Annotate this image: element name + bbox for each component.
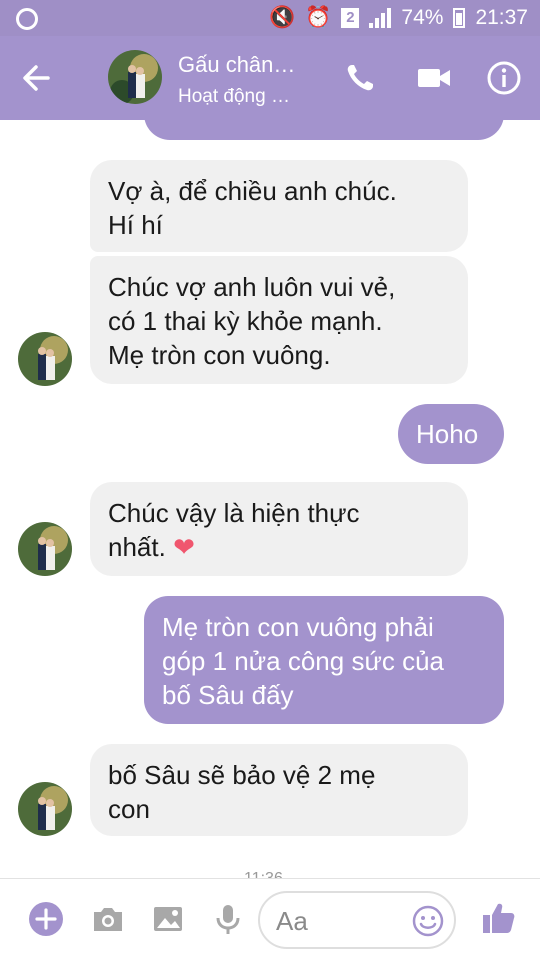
message-line: Hí hí [108, 210, 163, 240]
message-line: Hoho [416, 419, 479, 449]
message-line: con [108, 794, 150, 824]
status-icons: 🔇 ⏰ 2 74% 21:37 [269, 0, 528, 36]
timestamp-label: 11:36 [244, 870, 283, 878]
sender-avatar[interactable] [18, 332, 72, 386]
message-bubble-incoming[interactable]: bố Sâu sẽ bảo vệ 2 mẹ con [90, 744, 468, 836]
message-composer [0, 878, 540, 960]
message-list[interactable]: Vợ à, để chiều anh chúc. Hí hí Chúc vợ a… [0, 120, 540, 878]
status-bar: 🔇 ⏰ 2 74% 21:37 [0, 0, 540, 36]
battery-percent: 74% [401, 6, 444, 29]
message-bubble-incoming[interactable]: Chúc vậy là hiện thực nhất. ❤ [90, 482, 468, 576]
message-line: Chúc vợ anh luôn vui vẻ, [108, 272, 396, 302]
message-line: Mẹ tròn con vuông phải [162, 612, 434, 642]
message-bubble-incoming[interactable]: Vợ à, để chiều anh chúc. Hí hí [90, 160, 468, 252]
gallery-button[interactable] [150, 901, 186, 937]
message-line: nhất. ❤ [108, 532, 195, 562]
signal-icon [369, 8, 392, 28]
chat-header: Gấu chân… Hoạt động … [0, 36, 540, 120]
add-button[interactable] [28, 901, 64, 937]
emoji-button[interactable] [412, 905, 444, 937]
message-line: bố Sâu sẽ bảo vệ 2 mẹ [108, 760, 376, 790]
call-button[interactable] [340, 58, 380, 98]
message-input[interactable] [276, 905, 406, 937]
back-arrow-icon [23, 65, 50, 91]
alarm-icon: ⏰ [305, 6, 332, 29]
like-button[interactable] [480, 899, 516, 935]
sender-avatar[interactable] [18, 522, 72, 576]
video-camera-icon [418, 69, 450, 87]
message-line: góp 1 nửa công sức của [162, 646, 444, 676]
microphone-icon [216, 905, 240, 934]
message-bubble-outgoing[interactable]: Mẹ tròn con vuông phải góp 1 nửa công sứ… [144, 596, 504, 724]
voice-button[interactable] [210, 901, 246, 937]
back-button[interactable] [18, 60, 54, 96]
contact-name[interactable]: Gấu chân… [178, 52, 295, 78]
message-line: bố Sâu đấy [162, 680, 294, 710]
clock: 21:37 [475, 6, 528, 29]
camera-icon [94, 908, 122, 931]
messenger-notification-icon [16, 8, 38, 30]
sim-badge: 2 [341, 8, 360, 28]
thumbs-up-icon [483, 903, 515, 933]
info-icon [487, 61, 521, 95]
info-button[interactable] [484, 58, 524, 98]
camera-button[interactable] [90, 901, 126, 937]
message-bubble-incoming[interactable]: Chúc vợ anh luôn vui vẻ, có 1 thai kỳ kh… [90, 256, 468, 384]
sender-avatar[interactable] [18, 782, 72, 836]
message-line: Chúc vậy là hiện thực [108, 498, 360, 528]
battery-icon [453, 8, 466, 28]
contact-status: Hoạt động … [178, 86, 290, 107]
mute-icon: 🔇 [269, 6, 296, 29]
plus-icon [29, 902, 63, 936]
image-icon [154, 907, 182, 931]
message-bubble-cutoff[interactable] [144, 120, 504, 140]
video-call-button[interactable] [414, 58, 454, 98]
message-input-wrapper[interactable] [258, 891, 456, 949]
smiley-icon [412, 905, 444, 937]
contact-avatar[interactable] [108, 50, 162, 104]
message-line: có 1 thai kỳ khỏe mạnh. [108, 306, 383, 336]
message-bubble-outgoing[interactable]: Hoho [398, 404, 504, 464]
message-line: Vợ à, để chiều anh chúc. [108, 176, 397, 206]
message-line: Mẹ tròn con vuông. [108, 340, 331, 370]
phone-icon [347, 65, 373, 91]
heart-emoji-icon: ❤ [173, 532, 195, 562]
